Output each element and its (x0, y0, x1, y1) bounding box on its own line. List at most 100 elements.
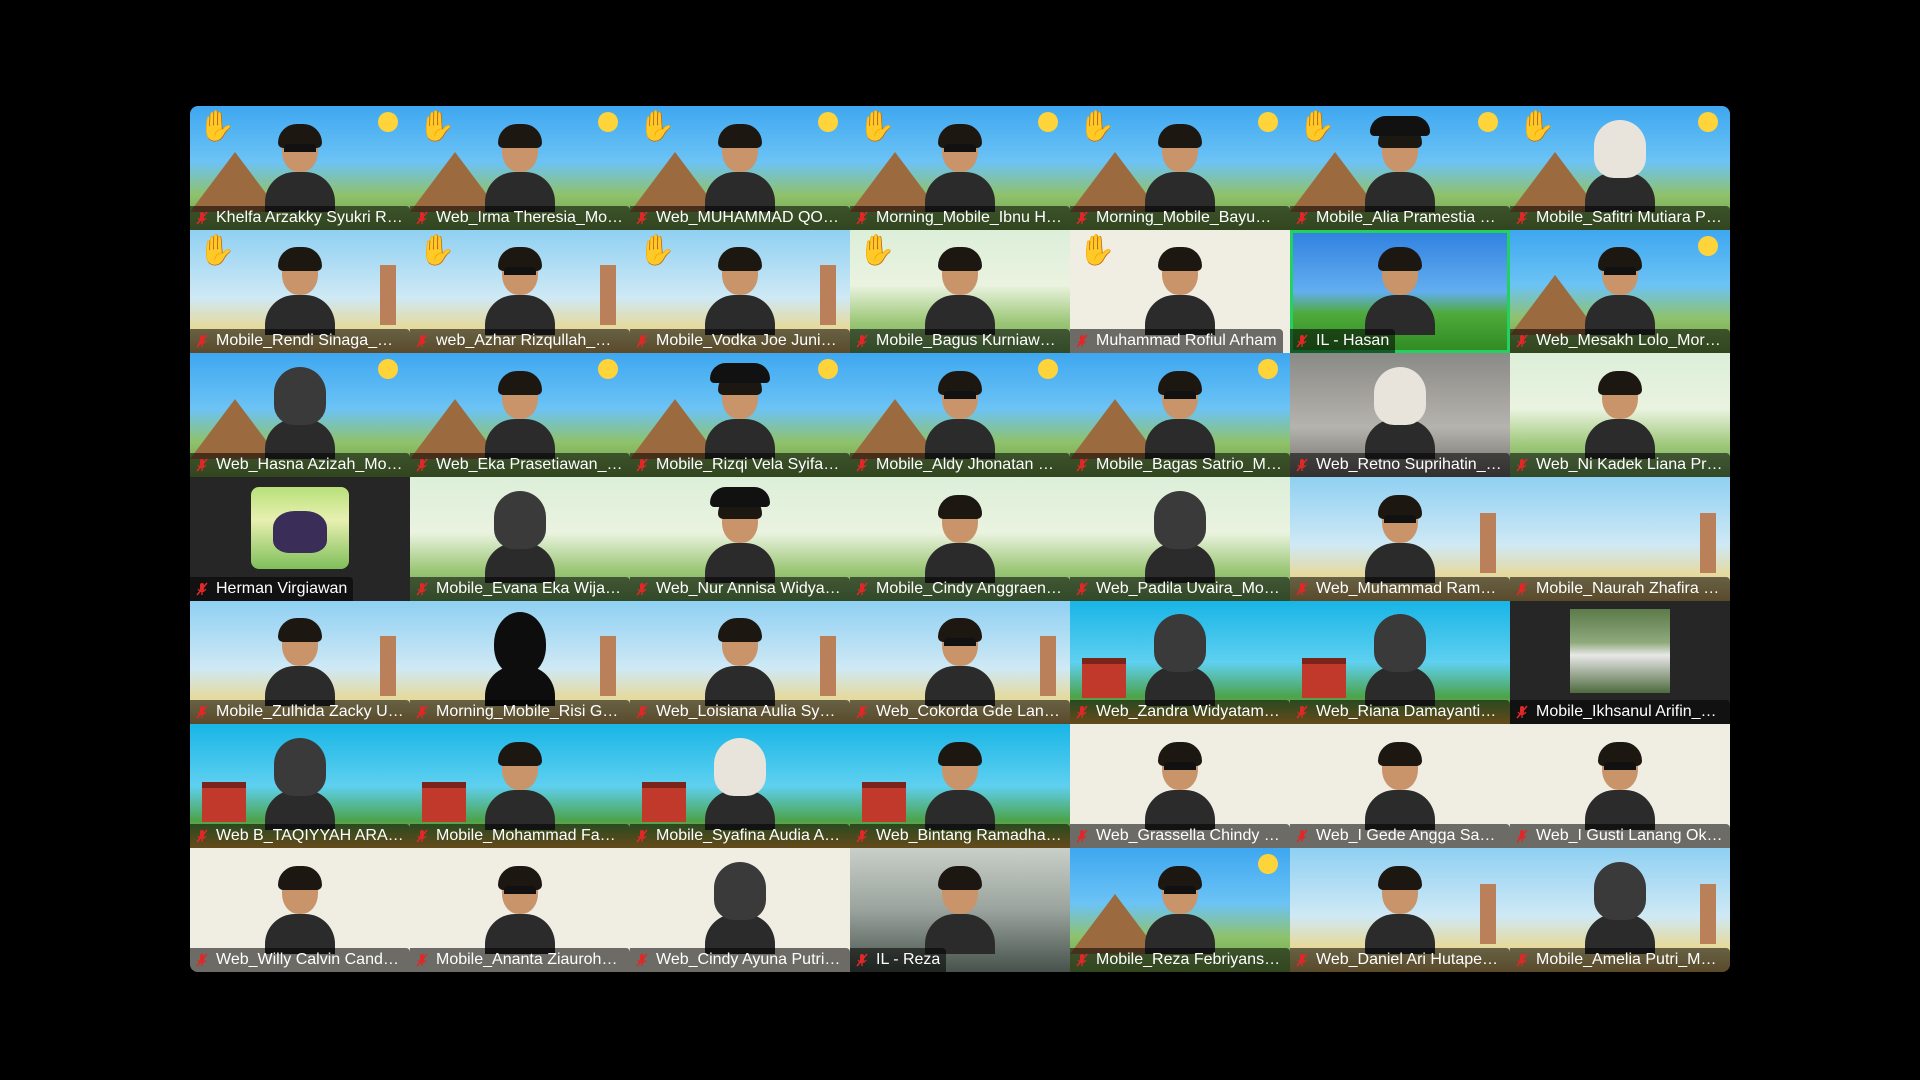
participant-tile[interactable]: Web_Muhammad Ramad... (1290, 477, 1510, 601)
participant-video (925, 865, 995, 954)
participant-glasses (1164, 391, 1196, 408)
participant-tile[interactable]: ✋ Muhammad Rofiul Arham (1070, 229, 1290, 354)
participant-tile[interactable]: ✋ Mobile_Rendi Sinaga_Mo... (190, 229, 410, 354)
participant-tile[interactable]: IL - Hasan (1290, 229, 1510, 354)
participant-name-bar: Mobile_Rendi Sinaga_Mo... (190, 329, 410, 354)
muted-microphone-icon (1514, 704, 1530, 720)
background-sun (1258, 112, 1278, 132)
muted-microphone-icon (414, 333, 430, 349)
participant-tile[interactable]: Web_Grassella Chindy Fr... (1070, 724, 1290, 849)
participant-name: Web_Hasna Azizah_Morni... (216, 456, 404, 474)
participant-tile[interactable]: Mobile_Aldy Jhonatan Hu... (850, 353, 1070, 478)
participant-tile[interactable]: ✋ Web_MUHAMMAD QOH... (630, 106, 850, 230)
participant-video (265, 865, 335, 954)
participant-tile[interactable]: ✋ Mobile_Safitri Mutiara Pu... (1510, 106, 1730, 230)
participant-tile[interactable]: Mobile_Rizqi Vela Syifa_... (630, 353, 850, 478)
participant-tile[interactable]: ✋ Morning_Mobile_BayuMa... (1070, 106, 1290, 230)
participant-tile[interactable]: Mobile_Cindy Anggraeni_... (850, 477, 1070, 601)
participant-video (705, 738, 775, 831)
participant-video (265, 247, 335, 336)
participant-name: Mobile_Alia Pramestia Nu... (1316, 208, 1504, 226)
participant-tile[interactable]: Web_I Gede Angga Saput... (1290, 724, 1510, 849)
participant-tile[interactable]: Morning_Mobile_Risi Gus... (410, 600, 630, 725)
muted-microphone-icon (414, 952, 430, 968)
muted-microphone-icon (1514, 210, 1530, 226)
participant-tile[interactable]: Web_Bintang Ramadhan_... (850, 724, 1070, 849)
participant-tile[interactable]: ✋ Web_Irma Theresia_Morn... (410, 106, 630, 230)
participant-video (705, 486, 775, 583)
participant-glasses (284, 143, 316, 161)
participant-video (485, 490, 555, 583)
participant-tile[interactable]: Web_Padila Uvaira_Morni... (1070, 477, 1290, 601)
muted-microphone-icon (194, 210, 210, 226)
participant-tile[interactable]: IL - Reza (850, 848, 1070, 972)
participant-name: Web_Riana Damayanti_M... (1316, 703, 1504, 721)
raised-hand-icon: ✋ (858, 233, 896, 267)
participant-tile[interactable]: ✋ web_Azhar Rizqullah_mo... (410, 229, 630, 354)
participant-name: Khelfa Arzakky Syukri Ro... (216, 208, 404, 226)
participant-name-bar: Web_Hasna Azizah_Morni... (190, 453, 410, 478)
participant-name-bar: Web_I Gede Angga Saput... (1290, 824, 1510, 849)
participant-tile[interactable]: ✋ Mobile_Alia Pramestia Nu... (1290, 106, 1510, 230)
participant-name: Mobile_Evana Eka Wijaya... (436, 579, 624, 597)
participant-name: web_Azhar Rizqullah_mo... (436, 332, 624, 350)
participant-tile[interactable]: Mobile_Syafina Audia Aki... (630, 724, 850, 849)
participant-tile[interactable]: Web_Willy Calvin Candra ... (190, 848, 410, 972)
participant-tile[interactable]: ✋ Mobile_Vodka Joe Junior_... (630, 229, 850, 354)
participant-video (925, 494, 995, 583)
participant-name: Web B_TAQIYYAH ARAFA... (216, 827, 404, 845)
participant-tile[interactable]: Mobile_Naurah Zhafira H... (1510, 477, 1730, 601)
muted-microphone-icon (1074, 952, 1090, 968)
participant-tile[interactable]: Web_Ni Kadek Liana Prati... (1510, 353, 1730, 478)
participant-name: Web_Bintang Ramadhan_... (876, 827, 1064, 845)
raised-hand-icon: ✋ (1078, 110, 1116, 143)
participant-name: Web_Daniel Ari Hutapea_... (1316, 950, 1504, 968)
muted-microphone-icon (1294, 210, 1310, 226)
participant-tile[interactable]: Web_Loisiana Aulia Syahi... (630, 600, 850, 725)
participant-tile[interactable]: Mobile_Zulhida Zacky Ulc... (190, 600, 410, 725)
muted-microphone-icon (1074, 581, 1090, 597)
participant-tile[interactable]: Web_Mesakh Lolo_Morni... (1510, 229, 1730, 354)
participant-tile[interactable]: Mobile_Ikhsanul Arifin_M... (1510, 600, 1730, 725)
participant-tile[interactable]: Mobile_Reza Febriyansya... (1070, 848, 1290, 972)
participant-tile[interactable]: Web_Hasna Azizah_Morni... (190, 353, 410, 478)
participant-video (1145, 742, 1215, 831)
participant-tile[interactable]: Web_Zandra Widyatamak... (1070, 600, 1290, 725)
participant-tile[interactable]: Web_Riana Damayanti_M... (1290, 600, 1510, 725)
participant-name-bar: IL - Reza (850, 947, 947, 972)
participant-tile[interactable]: Herman Virgiawan (190, 477, 410, 601)
participant-tile[interactable]: Web_Nur Annisa Widya P... (630, 477, 850, 601)
participant-tile[interactable]: Web_Daniel Ari Hutapea_... (1290, 848, 1510, 972)
participant-name: Web_Eka Prasetiawan_M... (436, 456, 624, 474)
participant-hair (1154, 490, 1206, 549)
participant-tile[interactable]: ✋ Khelfa Arzakky Syukri Ro... (190, 106, 410, 230)
participant-tile[interactable]: ✋ Morning_Mobile_Ibnu Ha... (850, 106, 1070, 230)
participant-tile[interactable]: Web_I Gusti Lanang Oka ... (1510, 724, 1730, 849)
participant-glasses (504, 885, 536, 903)
participant-tile[interactable]: ✋ Mobile_Bagus Kurniawan... (850, 229, 1070, 354)
muted-microphone-icon (1294, 581, 1310, 597)
participant-name: Mobile_Rizqi Vela Syifa_... (656, 456, 844, 474)
background-scarecrow (380, 636, 396, 697)
participant-tile[interactable]: Web_Eka Prasetiawan_M... (410, 353, 630, 478)
participant-tile[interactable]: Mobile_Ananta Ziaurohm... (410, 848, 630, 972)
participant-hair (498, 123, 542, 148)
participant-tile[interactable]: Mobile_Evana Eka Wijaya... (410, 477, 630, 601)
participant-video (265, 738, 335, 831)
participant-tile[interactable]: Web_Cindy Ayuna Putri_... (630, 848, 850, 972)
participant-tile[interactable]: Mobile_Bagas Satrio_Mor... (1070, 353, 1290, 478)
participant-video (1145, 614, 1215, 707)
participant-name-bar: Herman Virgiawan (190, 576, 354, 601)
background-scarecrow (1700, 512, 1716, 573)
participant-tile[interactable]: Web_Cokorda Gde Lanan... (850, 600, 1070, 725)
participant-tile[interactable]: Web_Retno Suprihatin_M... (1290, 353, 1510, 478)
participant-name-bar: Web_Irma Theresia_Morn... (410, 205, 630, 230)
participant-tile[interactable]: Mobile_Mohammad Faqi... (410, 724, 630, 849)
participant-tile[interactable]: Web B_TAQIYYAH ARAFA... (190, 724, 410, 849)
background-scarecrow (600, 265, 616, 326)
participant-name-bar: Mobile_Amelia Putri_Mor... (1510, 947, 1730, 972)
participant-tile[interactable]: Mobile_Amelia Putri_Mor... (1510, 848, 1730, 972)
muted-microphone-icon (854, 704, 870, 720)
participant-name-bar: Mobile_Ananta Ziaurohm... (410, 947, 630, 972)
participant-video (705, 618, 775, 707)
